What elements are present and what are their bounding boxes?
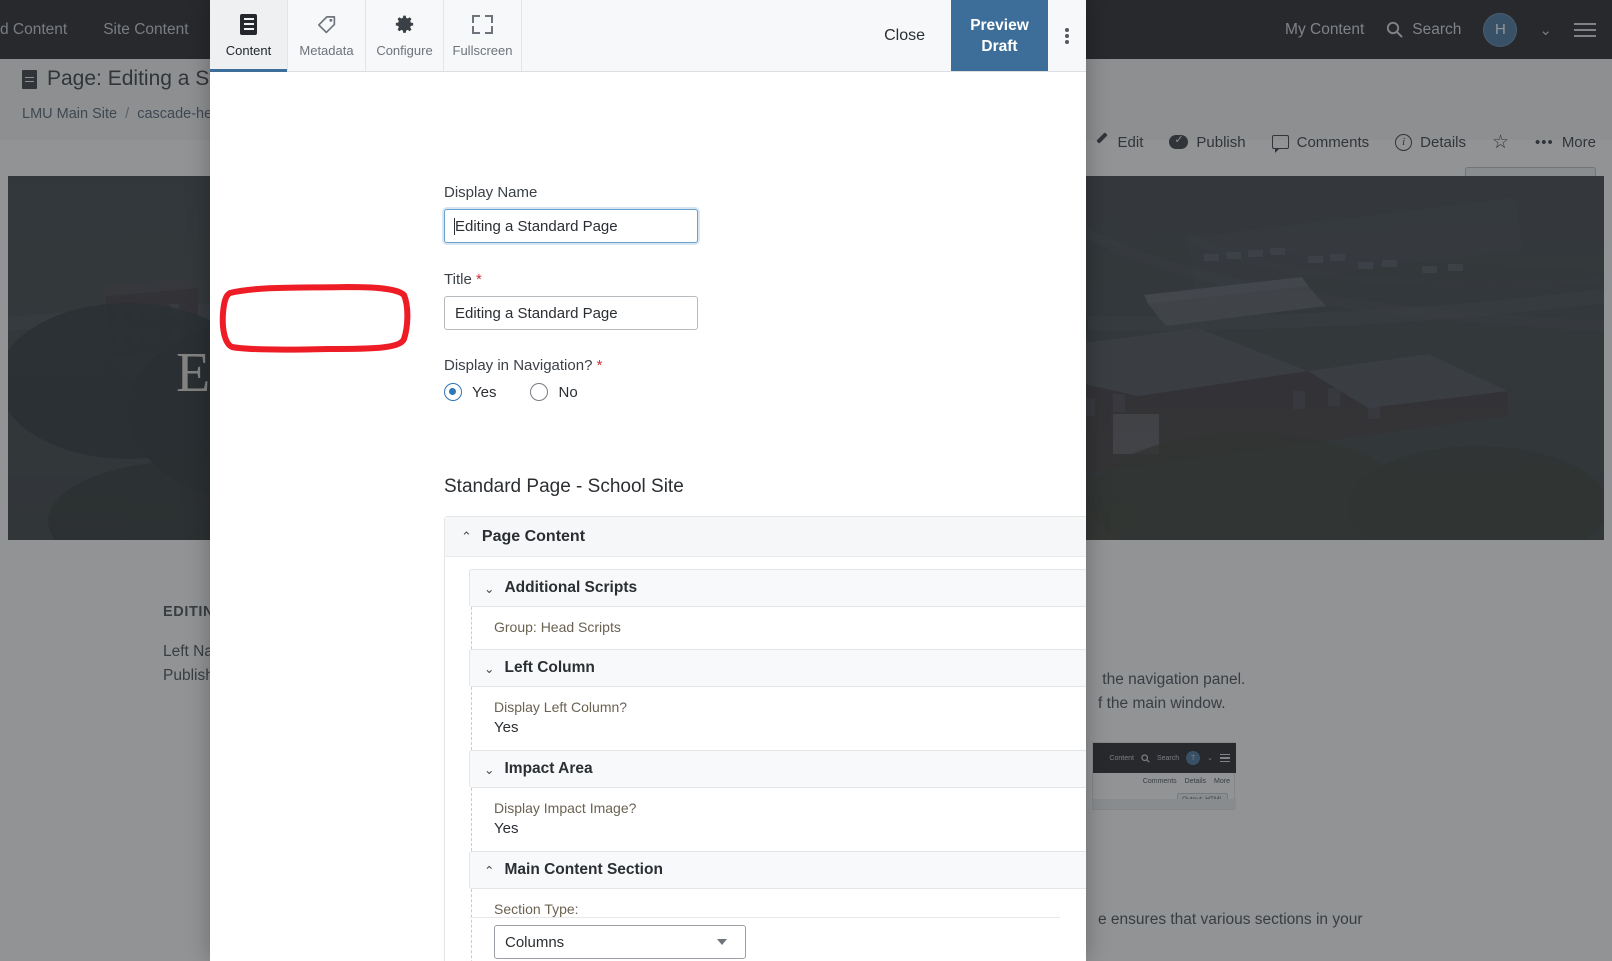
edit-asset-modal: Content Metadata Configure Fullscreen Cl…: [210, 0, 1086, 961]
display-name-label: Display Name: [444, 184, 538, 201]
chevron-down-icon: ⌄: [484, 762, 495, 777]
chevron-up-icon: ⌃: [484, 863, 495, 878]
tab-metadata-label: Metadata: [299, 42, 354, 58]
text-caret: [454, 217, 455, 235]
accordion-additional-scripts-label: Additional Scripts: [504, 579, 638, 596]
field-display-left-column-label: Display Left Column?: [494, 699, 628, 715]
section-type-value: Columns: [505, 933, 565, 951]
radio-no-label: No: [558, 383, 578, 401]
fields-left-column: Display Left Column? Yes: [471, 687, 1086, 750]
accordion-children: ⌄ Additional Scripts Group: Head Scripts…: [445, 557, 1086, 961]
tab-metadata[interactable]: Metadata: [288, 0, 366, 71]
accordion-main-content-section-label: Main Content Section: [504, 861, 663, 878]
accordion-impact-area: ⌄ Impact Area Display Impact Image? Yes: [469, 750, 1086, 851]
section-type-label: Section Type:: [494, 901, 579, 917]
tab-fullscreen[interactable]: Fullscreen: [444, 0, 522, 71]
display-in-navigation-radios: Yes No: [444, 383, 602, 401]
radio-yes-label: Yes: [472, 383, 497, 401]
more-options-icon[interactable]: [1048, 0, 1086, 71]
content-icon: [240, 14, 257, 36]
radio-display-in-navigation-no[interactable]: No: [530, 383, 578, 401]
field-display-left-column-value: Yes: [494, 719, 519, 736]
tag-icon: [316, 14, 337, 36]
accordion-main-content-section: ⌃ Main Content Section + Section Type: C…: [469, 851, 1086, 961]
field-display-name: Display Name Editing a Standard Page: [444, 184, 698, 243]
modal-tab-bar: Content Metadata Configure Fullscreen Cl…: [210, 0, 1086, 72]
fullscreen-icon: [472, 14, 493, 36]
accordion-additional-scripts: ⌄ Additional Scripts Group: Head Scripts: [469, 569, 1086, 649]
field-title: Title * Editing a Standard Page: [444, 271, 698, 330]
accordion-page-content-label: Page Content: [481, 527, 586, 545]
gear-icon: [394, 14, 415, 36]
modal-form: Display Name Editing a Standard Page Tit…: [210, 72, 1086, 961]
tab-configure-label: Configure: [376, 42, 433, 58]
field-group-head-scripts: Group: Head Scripts: [494, 619, 621, 635]
display-name-value: Editing a Standard Page: [455, 217, 618, 235]
field-display-in-navigation: Display in Navigation? * Yes No: [444, 357, 602, 401]
fields-additional-scripts: Group: Head Scripts: [471, 607, 1086, 649]
title-value: Editing a Standard Page: [455, 304, 618, 322]
field-display-impact-image-value: Yes: [494, 820, 519, 837]
tab-bar-spacer: [522, 0, 858, 71]
preview-draft-button[interactable]: Preview Draft: [951, 0, 1048, 71]
structured-data-heading: Standard Page - School Site: [444, 476, 684, 497]
title-label: Title *: [444, 271, 482, 288]
chevron-down-icon: ⌄: [484, 661, 495, 676]
accordion-left-column: ⌄ Left Column Display Left Column? Yes: [469, 649, 1086, 750]
section-type-select[interactable]: Columns: [494, 925, 746, 959]
radio-indicator-selected: [444, 383, 462, 401]
accordion-left-column-label: Left Column: [504, 659, 595, 676]
field-display-impact-image-label: Display Impact Image?: [494, 800, 637, 816]
accordion-header-impact-area[interactable]: ⌄ Impact Area: [469, 750, 1086, 788]
form-divider: [470, 917, 1060, 918]
tab-fullscreen-label: Fullscreen: [452, 42, 513, 58]
display-in-navigation-label: Display in Navigation? *: [444, 357, 603, 374]
tab-content[interactable]: Content: [210, 0, 288, 72]
tab-content-label: Content: [225, 42, 272, 58]
required-asterisk: *: [475, 271, 482, 288]
radio-display-in-navigation-yes[interactable]: Yes: [444, 383, 496, 401]
accordion-impact-area-label: Impact Area: [504, 760, 593, 777]
display-name-input[interactable]: Editing a Standard Page: [444, 209, 698, 243]
required-asterisk: *: [596, 357, 603, 374]
chevron-down-icon: [717, 939, 727, 945]
chevron-up-icon: ⌃: [461, 528, 472, 544]
accordion-header-left-column[interactable]: ⌄ Left Column: [469, 649, 1086, 687]
accordion-header-main-content-section[interactable]: ⌃ Main Content Section +: [469, 851, 1086, 889]
accordion-page-content: ⌃ Page Content ⌄ Additional Scripts Grou…: [444, 516, 1086, 961]
fields-main-content-section: Section Type: Columns: [471, 889, 1086, 961]
accordion-header-additional-scripts[interactable]: ⌄ Additional Scripts: [469, 569, 1086, 607]
chevron-down-icon: ⌄: [484, 581, 495, 596]
tab-configure[interactable]: Configure: [366, 0, 444, 71]
radio-indicator: [530, 383, 549, 401]
fields-impact-area: Display Impact Image? Yes: [471, 788, 1086, 851]
close-button[interactable]: Close: [858, 0, 951, 71]
title-input[interactable]: Editing a Standard Page: [444, 296, 698, 330]
accordion-header-page-content[interactable]: ⌃ Page Content: [445, 517, 1086, 557]
